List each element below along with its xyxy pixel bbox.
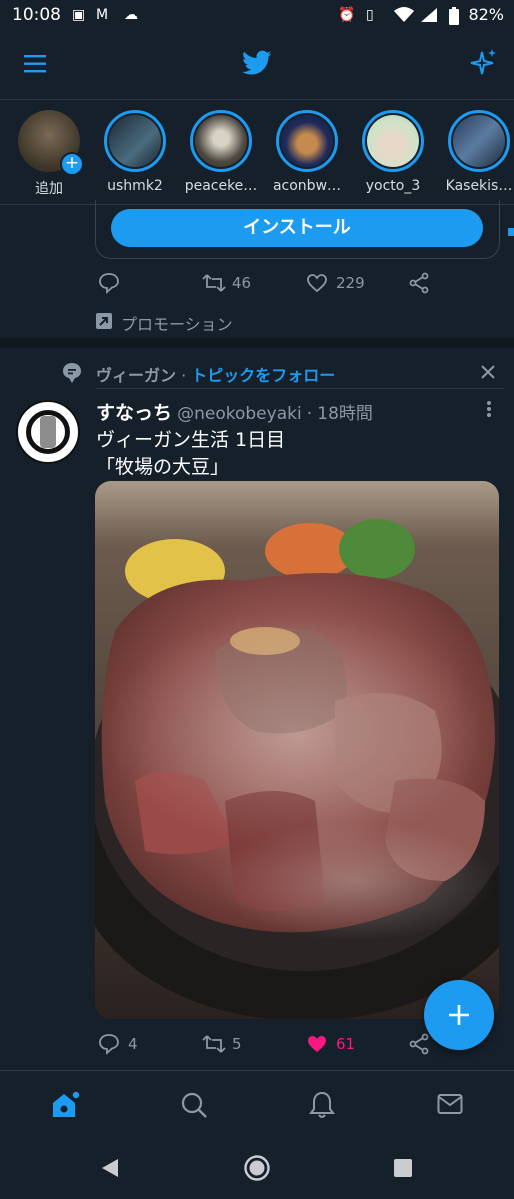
scroll-indicator <box>508 228 514 236</box>
fleet-peaceke[interactable]: peaceke… <box>180 110 262 194</box>
gmail-icon: M <box>96 7 109 23</box>
avatar <box>195 115 247 167</box>
add-fleet-plus-icon: + <box>60 152 84 176</box>
tweet-time: 18時間 <box>317 404 373 424</box>
cloud-icon: ☁ <box>124 7 138 23</box>
retweet-count: 5 <box>232 1035 242 1053</box>
avatar-figure <box>40 416 56 448</box>
author-name[interactable]: すなっち <box>96 402 172 424</box>
like-icon[interactable] <box>306 272 328 298</box>
search-icon[interactable] <box>180 1091 208 1123</box>
share-icon[interactable] <box>408 1033 430 1059</box>
time-separator: · <box>306 404 313 424</box>
home-icon[interactable] <box>50 1091 80 1123</box>
author-handle[interactable]: @neokobeyaki <box>177 404 302 424</box>
topic-name[interactable]: ヴィーガン <box>96 366 176 385</box>
tweet-actions: 4 5 61 <box>98 1033 458 1057</box>
wifi-icon <box>394 7 414 27</box>
topic-icon <box>62 362 82 388</box>
fleet-label: ushmk2 <box>107 178 163 194</box>
android-system-nav <box>0 1138 514 1199</box>
battery-percent: 82% <box>468 5 504 24</box>
alarm-icon: ⏰ <box>338 7 356 23</box>
promoted-label: プロモーション <box>121 315 233 334</box>
follow-topic-link[interactable]: トピックをフォロー <box>191 366 335 385</box>
avatar <box>109 115 161 167</box>
fleet-label: yocto_3 <box>365 178 421 194</box>
fleet-label: 追加 <box>35 181 63 197</box>
home-circle-icon[interactable] <box>243 1154 271 1186</box>
recents-square-icon[interactable] <box>394 1159 412 1181</box>
status-time: 10:08 <box>12 5 61 25</box>
topic-row: ヴィーガン · トピックをフォロー <box>96 362 335 386</box>
tweet-image[interactable] <box>95 481 499 1019</box>
like-count: 61 <box>336 1035 356 1053</box>
status-bar: 10:08 ▣ M ☁ ⏰ ▯ 82% <box>0 0 514 32</box>
topic-divider <box>96 388 504 389</box>
notification-icon: ▣ <box>72 7 86 23</box>
fleet-label: Kasekis… <box>445 178 513 194</box>
top-app-bar <box>0 32 514 100</box>
tweet-header: すなっち @neokobeyaki · 18時間 <box>96 398 373 425</box>
liked-heart-icon[interactable] <box>306 1033 328 1059</box>
fleet-label: peaceke… <box>184 178 258 194</box>
battery-icon <box>449 7 459 29</box>
avatar <box>281 115 333 167</box>
dismiss-topic-icon[interactable] <box>480 364 496 384</box>
vibrate-icon: ▯ <box>366 7 374 23</box>
fleet-yocto3[interactable]: yocto_3 <box>352 110 434 194</box>
retweet-icon[interactable] <box>202 1033 226 1059</box>
fleet-ushmk2[interactable]: ushmk2 <box>94 110 176 194</box>
like-count: 229 <box>336 274 365 292</box>
install-button[interactable]: インストール <box>111 209 483 247</box>
promoted-arrow-icon <box>95 312 113 334</box>
avatar <box>367 115 419 167</box>
tweet-text-line2: 「牧場の大豆」 <box>96 456 230 478</box>
reply-icon[interactable] <box>98 272 120 298</box>
back-icon[interactable] <box>100 1157 120 1183</box>
signal-icon <box>420 7 438 27</box>
tweet-text-line1: ヴィーガン生活 1日目 <box>96 429 286 451</box>
messages-envelope-icon[interactable] <box>437 1093 463 1119</box>
topic-separator: · <box>181 366 187 385</box>
reply-count: 4 <box>128 1035 138 1053</box>
fleet-label: aconbw… <box>272 178 342 194</box>
hamburger-menu-icon[interactable] <box>24 54 46 78</box>
author-avatar[interactable] <box>16 400 80 464</box>
notifications-bell-icon[interactable] <box>309 1091 335 1123</box>
retweet-count: 46 <box>232 274 252 292</box>
twitter-bird-icon[interactable] <box>242 50 272 80</box>
bottom-navigation <box>0 1070 514 1139</box>
reply-icon[interactable] <box>98 1033 120 1059</box>
more-options-icon[interactable] <box>486 400 492 422</box>
fleets-bar: + 追加 ushmk2 peaceke… aconbw… yocto_3 Kas… <box>0 100 514 205</box>
avatar <box>453 115 505 167</box>
fleet-kasekis[interactable]: Kasekis… <box>438 110 514 194</box>
promo-actions: 46 229 <box>98 272 458 296</box>
retweet-icon[interactable] <box>202 272 226 298</box>
section-divider <box>0 338 514 348</box>
compose-tweet-button[interactable] <box>424 980 494 1050</box>
fleet-aconbw[interactable]: aconbw… <box>266 110 348 194</box>
share-icon[interactable] <box>408 272 430 298</box>
fleet-add[interactable]: + 追加 <box>8 110 90 198</box>
sparkle-icon[interactable] <box>470 48 498 82</box>
plus-icon <box>449 1005 469 1025</box>
